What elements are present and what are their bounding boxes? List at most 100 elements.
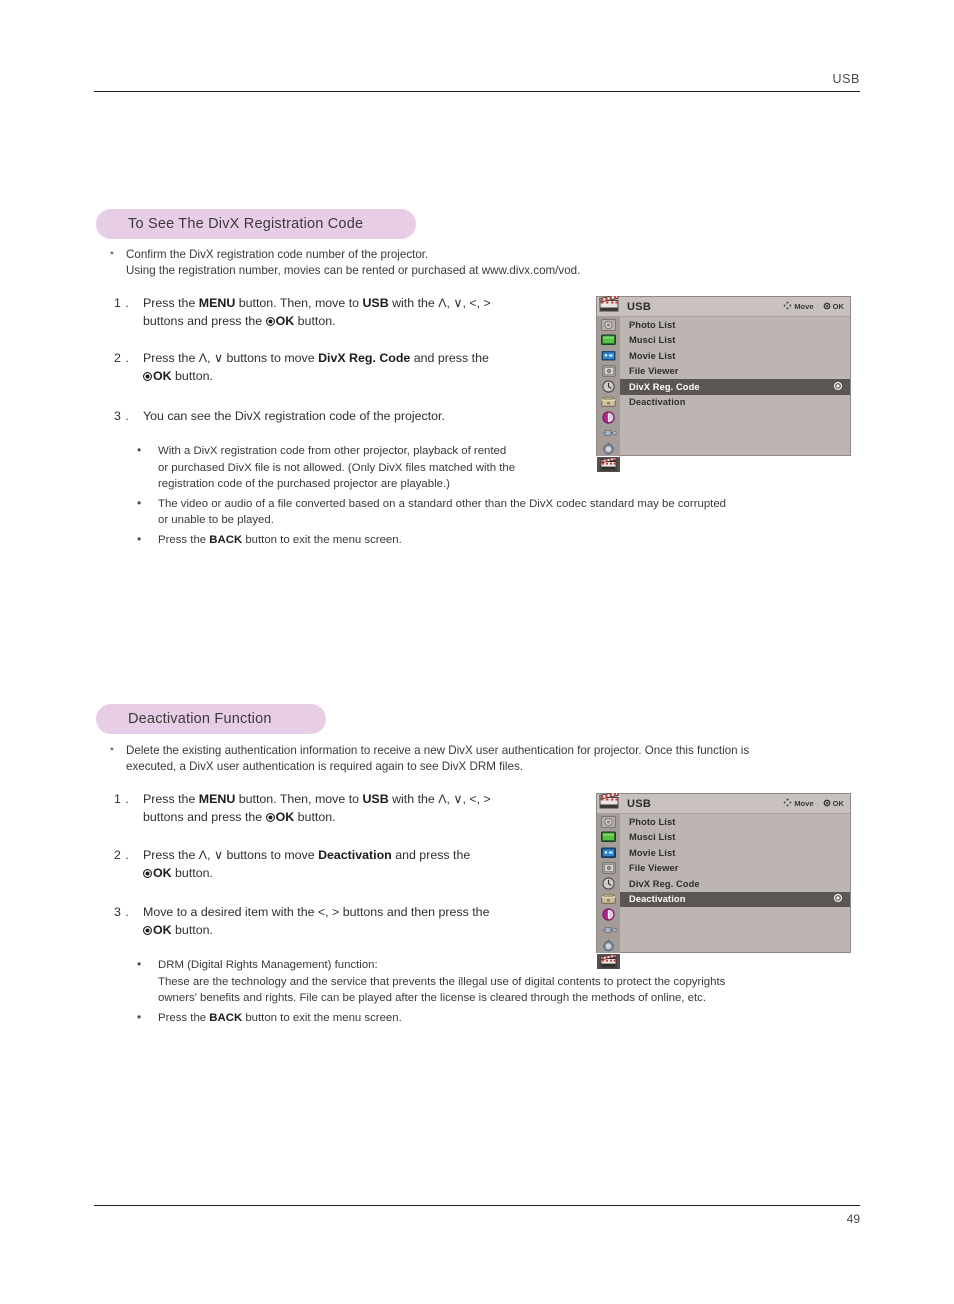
ok-dot-icon <box>823 302 831 312</box>
bullet-list-1: • With a DivX registration code from oth… <box>125 443 855 551</box>
section-heading-divx-registration: To See The DivX Registration Code <box>96 209 416 239</box>
music-list-icon[interactable] <box>597 830 620 846</box>
bullet-line: registration code of the purchased proje… <box>158 478 450 490</box>
note-line-2: executed, a DivX user authentication is … <box>126 759 523 773</box>
osd-menu-divx-reg-code[interactable]: USB Move OK Photo List Musci List Movie … <box>596 294 851 472</box>
music-list-icon[interactable] <box>597 333 620 349</box>
osd-menu-deactivation[interactable]: USB Move OK Photo List Musci List Movie … <box>596 791 851 969</box>
osd-item-file-viewer[interactable]: File Viewer <box>620 861 850 877</box>
osd-body: Photo List Musci List Movie List File Vi… <box>597 814 850 969</box>
divx-reg-code-icon[interactable] <box>597 876 620 892</box>
usb-icon[interactable] <box>597 953 620 969</box>
menu-button-label: MENU <box>198 792 236 806</box>
osd-item-file-viewer[interactable]: File Viewer <box>620 364 850 380</box>
time-icon[interactable] <box>597 441 620 457</box>
osd-item-photo-list[interactable]: Photo List <box>620 317 850 333</box>
picture-icon[interactable] <box>597 410 620 426</box>
note-line-2: Using the registration number, movies ca… <box>126 263 581 277</box>
time-icon[interactable] <box>597 938 620 954</box>
step-text-a: Press the Λ, ∨ buttons to move <box>143 351 319 365</box>
page-header: USB <box>94 72 860 92</box>
section-note-1: * Confirm the DivX registration code num… <box>110 247 810 278</box>
bullet-dot-icon: • <box>137 1009 142 1024</box>
usb-icon[interactable] <box>597 456 620 472</box>
photo-list-icon[interactable] <box>597 814 620 830</box>
osd-hint-move-label: Move <box>794 799 814 808</box>
divx-reg-code-icon[interactable] <box>597 379 620 395</box>
step-number: 3 . <box>114 409 130 423</box>
bullet-text-post: button to exit the menu screen. <box>242 533 402 546</box>
ok-label: OK <box>153 923 172 937</box>
osd-item-deactivation[interactable]: Deactivation <box>620 395 850 411</box>
step-text-c: and press the <box>391 848 471 862</box>
movie-list-icon[interactable] <box>597 845 620 861</box>
step-number: 2 . <box>114 848 130 862</box>
osd-item-music-list[interactable]: Musci List <box>620 333 850 349</box>
bullet-line: owners' benefits and rights. File can be… <box>158 992 706 1004</box>
step-3-sec1: 3 . You can see the DivX registration co… <box>114 407 584 425</box>
photo-list-icon[interactable] <box>597 317 620 333</box>
move-arrows-icon <box>783 301 792 312</box>
bullet-text-pre: Press the <box>158 1011 210 1024</box>
bullet-line: or purchased DivX file is not allowed. (… <box>158 461 516 474</box>
picture-icon[interactable] <box>597 907 620 923</box>
file-viewer-icon[interactable] <box>597 861 620 877</box>
osd-item-label: Movie List <box>629 847 676 858</box>
osd-hints: Move OK <box>783 798 844 809</box>
bullet-dot-icon: • <box>137 443 142 457</box>
movie-list-icon[interactable] <box>597 348 620 364</box>
step-text-e: with the Λ, ∨, <, > <box>388 792 491 806</box>
bullet-item: • DRM (Digital Rights Management) functi… <box>125 957 855 1007</box>
osd-item-label: DivX Reg. Code <box>629 381 700 392</box>
step-text-a: Move to a desired item with the <, > but… <box>143 905 490 919</box>
ok-dot-icon <box>823 799 831 809</box>
step-number: 1 . <box>114 792 130 806</box>
bullet-text-post: button to exit the menu screen. <box>242 1011 402 1024</box>
osd-hint-ok-label: OK <box>832 302 844 311</box>
osd-item-divx-reg-code[interactable]: DivX Reg. Code <box>620 876 850 892</box>
section-heading-label: To See The DivX Registration Code <box>128 216 364 232</box>
ok-label: OK <box>153 369 172 383</box>
deactivation-icon[interactable] <box>597 395 620 411</box>
step-1-sec2: 1 . Press the MENU button. Then, move to… <box>114 790 584 826</box>
ok-dot-icon <box>143 926 152 935</box>
osd-item-movie-list[interactable]: Movie List <box>620 845 850 861</box>
osd-item-label: DivX Reg. Code <box>629 878 700 889</box>
step-text-l2c: button. <box>294 314 336 328</box>
bullet-text-pre: Press the <box>158 533 210 546</box>
osd-item-deactivation[interactable]: Deactivation <box>620 891 850 907</box>
ok-ring-icon <box>834 381 842 392</box>
file-viewer-icon[interactable] <box>597 364 620 380</box>
usb-label: USB <box>362 296 389 310</box>
section-heading-label: Deactivation Function <box>128 711 272 727</box>
section-note-2: * Delete the existing authentication inf… <box>110 743 860 774</box>
osd-hint-ok: OK <box>823 302 844 312</box>
osd-item-movie-list[interactable]: Movie List <box>620 348 850 364</box>
bullet-line: These are the technology and the service… <box>158 975 726 988</box>
step-number: 1 . <box>114 296 130 310</box>
ok-dot-icon <box>143 869 152 878</box>
osd-body: Photo List Musci List Movie List File Vi… <box>597 317 850 472</box>
bullet-dot-icon: • <box>137 957 142 971</box>
osd-item-photo-list[interactable]: Photo List <box>620 814 850 830</box>
osd-item-label: Photo List <box>629 319 676 330</box>
osd-item-music-list[interactable]: Musci List <box>620 830 850 846</box>
move-arrows-icon <box>783 798 792 809</box>
ok-label: OK <box>275 314 295 328</box>
osd-item-divx-reg-code[interactable]: DivX Reg. Code <box>620 379 850 395</box>
usb-label: USB <box>362 792 389 806</box>
osd-hint-move: Move <box>783 301 814 312</box>
audio-icon[interactable] <box>597 923 620 939</box>
page-footer: 49 <box>94 1205 860 1226</box>
osd-title-bar: USB Move OK <box>597 791 850 814</box>
step-text-c: and press the <box>410 351 489 365</box>
clapperboard-icon <box>599 294 619 317</box>
deactivation-icon[interactable] <box>597 892 620 908</box>
header-rule <box>94 91 860 92</box>
audio-icon[interactable] <box>597 426 620 442</box>
section-heading-deactivation: Deactivation Function <box>96 704 326 734</box>
note-star: * <box>110 746 114 757</box>
osd-item-label: Musci List <box>629 832 676 843</box>
step-text-c: button. Then, move to <box>235 792 363 806</box>
osd-title-label: USB <box>627 300 652 313</box>
